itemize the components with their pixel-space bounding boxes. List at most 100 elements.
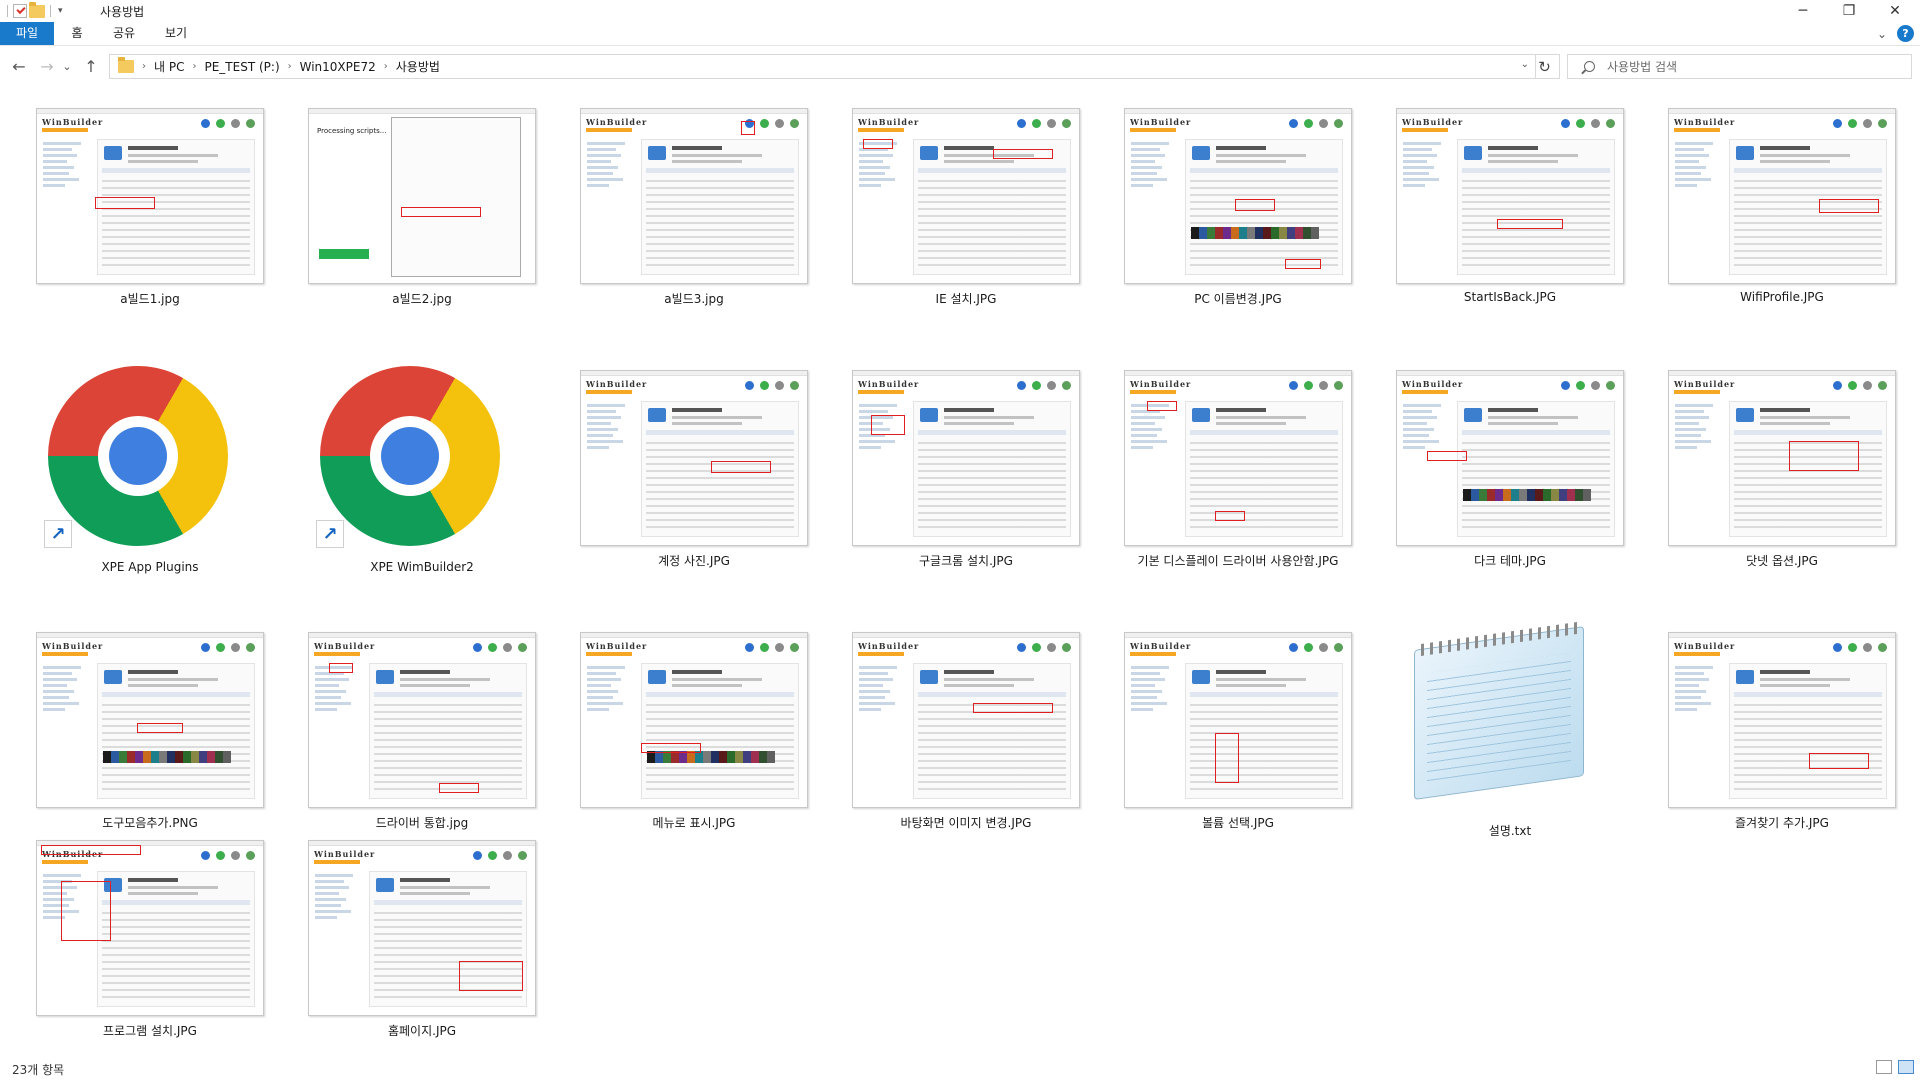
new-folder-icon[interactable] [29, 1, 45, 18]
file-item[interactable]: WinBuilder 볼륨 선택.JPG [1102, 624, 1374, 864]
address-bar[interactable]: › 내 PC › PE_TEST (P:) › Win10XPE72 › 사용방… [109, 54, 1536, 79]
file-name[interactable]: 볼륨 선택.JPG [1102, 814, 1374, 831]
file-name[interactable]: a빌드1.jpg [14, 290, 286, 307]
thumb-winbuilder-logo: WinBuilder [1674, 641, 1736, 651]
thumb-panel [97, 871, 255, 1007]
breadcrumb-folder[interactable]: Win10XPE72 [300, 60, 376, 74]
thumb-toolbar-icons [1289, 643, 1343, 652]
file-item[interactable]: WinBuilder IE 설치.JPG [830, 100, 1102, 340]
customize-qat-button[interactable]: ▾ [58, 6, 63, 16]
maximize-button[interactable]: ❐ [1826, 0, 1872, 22]
file-name[interactable]: 프로그램 설치.JPG [14, 1022, 286, 1039]
file-item[interactable]: WinBuilder 즐겨찾기 추가.JPG [1646, 624, 1918, 864]
close-button[interactable]: ✕ [1872, 0, 1918, 22]
address-dropdown-button[interactable]: ⌄ [1521, 59, 1529, 70]
tab-view[interactable]: 보기 [156, 22, 196, 45]
tab-home[interactable]: 홈 [62, 22, 92, 45]
file-name[interactable]: 계정 사진.JPG [558, 552, 830, 569]
file-name[interactable]: XPE WimBuilder2 [286, 560, 558, 574]
file-item[interactable]: WinBuilder 닷넷 옵션.JPG [1646, 362, 1918, 602]
file-item[interactable]: WinBuilder 드라이버 통합.jpg [286, 624, 558, 864]
details-view-button[interactable] [1876, 1060, 1892, 1074]
file-name[interactable]: 기본 디스플레이 드라이버 사용안함.JPG [1102, 552, 1374, 569]
thumb-toolbar-icons [1017, 381, 1071, 390]
file-item[interactable]: WinBuilder PC 이름변경.JPG [1102, 100, 1374, 340]
file-item[interactable]: WinBuilder 구글크롬 설치.JPG [830, 362, 1102, 602]
thumb-winbuilder-logo: WinBuilder [1402, 379, 1464, 389]
refresh-button[interactable]: ↻ [1530, 54, 1560, 79]
chevron-right-icon[interactable]: › [142, 61, 146, 72]
properties-icon[interactable] [13, 4, 27, 18]
file-name[interactable]: 홈페이지.JPG [286, 1022, 558, 1039]
chevron-right-icon[interactable]: › [384, 61, 388, 72]
file-name[interactable]: a빌드3.jpg [558, 290, 830, 307]
large-icons-view-button[interactable] [1898, 1060, 1914, 1074]
file-name[interactable]: WifiProfile.JPG [1646, 290, 1918, 304]
file-name[interactable]: 설명.txt [1374, 822, 1646, 839]
recent-locations-button[interactable]: ⌄ [60, 56, 74, 76]
thumb-toolbar-icons [1289, 381, 1343, 390]
file-list: WinBuilder a빌드1.jpg Processing scripts... a… [0, 86, 1920, 1056]
tab-share[interactable]: 공유 [104, 22, 144, 45]
file-item[interactable]: WinBuilder 도구모음추가.PNG [14, 624, 286, 864]
thumb-highlight-box [1819, 199, 1879, 213]
notepad-page [1414, 622, 1584, 800]
file-item[interactable]: 설명.txt [1374, 622, 1646, 864]
file-name[interactable]: PC 이름변경.JPG [1102, 290, 1374, 307]
thumb-tree [43, 663, 91, 763]
minimize-button[interactable]: ─ [1780, 0, 1826, 22]
search-placeholder[interactable]: 사용방법 검색 [1607, 58, 1677, 75]
file-item[interactable]: WinBuilder StartIsBack.JPG [1374, 100, 1646, 340]
thumb-toolbar-icons [1289, 119, 1343, 128]
file-name[interactable]: 드라이버 통합.jpg [286, 814, 558, 831]
thumb-color-palette [103, 751, 231, 763]
chevron-right-icon[interactable]: › [192, 61, 196, 72]
up-button[interactable]: ↑ [80, 56, 102, 76]
tab-file[interactable]: 파일 [0, 22, 54, 45]
file-name[interactable]: 즐겨찾기 추가.JPG [1646, 814, 1918, 831]
file-item[interactable]: WinBuilder WifiProfile.JPG [1646, 100, 1918, 340]
forward-button[interactable]: → [36, 56, 58, 76]
breadcrumb-drive[interactable]: PE_TEST (P:) [204, 60, 279, 74]
image-thumbnail: WinBuilder [580, 632, 808, 808]
file-name[interactable]: StartIsBack.JPG [1374, 290, 1646, 304]
thumb-tree [1131, 663, 1179, 763]
file-item[interactable]: WinBuilder a빌드1.jpg [14, 100, 286, 340]
file-name[interactable]: 구글크롬 설치.JPG [830, 552, 1102, 569]
thumb-orange-bar [586, 390, 632, 394]
back-button[interactable]: ← [8, 56, 30, 76]
image-thumbnail: WinBuilder [1396, 370, 1624, 546]
file-name[interactable]: 다크 테마.JPG [1374, 552, 1646, 569]
thumb-winbuilder-logo: WinBuilder [586, 641, 648, 651]
thumb-titlebar [1125, 371, 1351, 376]
chevron-right-icon[interactable]: › [288, 61, 292, 72]
file-item[interactable]: ↗ XPE WimBuilder2 [286, 362, 558, 602]
thumb-titlebar [309, 841, 535, 846]
file-item[interactable]: WinBuilder 프로그램 설치.JPG [14, 832, 286, 1038]
file-name[interactable]: 도구모음추가.PNG [14, 814, 286, 831]
help-icon[interactable]: ? [1897, 25, 1914, 42]
thumb-tree [1675, 139, 1723, 239]
search-box[interactable]: 사용방법 검색 [1567, 54, 1912, 79]
file-name[interactable]: IE 설치.JPG [830, 290, 1102, 307]
image-thumbnail: WinBuilder [1124, 370, 1352, 546]
file-item[interactable]: WinBuilder 계정 사진.JPG [558, 362, 830, 602]
thumb-titlebar [309, 109, 535, 114]
file-name[interactable]: 닷넷 옵션.JPG [1646, 552, 1918, 569]
expand-ribbon-button[interactable]: ⌄ [1877, 27, 1887, 41]
file-item[interactable]: WinBuilder a빌드3.jpg [558, 100, 830, 340]
breadcrumb-current[interactable]: 사용방법 [396, 58, 440, 75]
file-item[interactable]: ↗ XPE App Plugins [14, 362, 286, 602]
breadcrumb-this-pc[interactable]: 내 PC [154, 58, 184, 75]
thumb-toolbar-icons [201, 643, 255, 652]
file-name[interactable]: XPE App Plugins [14, 560, 286, 574]
file-item[interactable]: WinBuilder 홈페이지.JPG [286, 832, 558, 1038]
file-name[interactable]: 바탕화면 이미지 변경.JPG [830, 814, 1102, 831]
file-name[interactable]: a빌드2.jpg [286, 290, 558, 307]
file-name[interactable]: 메뉴로 표시.JPG [558, 814, 830, 831]
file-item[interactable]: Processing scripts... a빌드2.jpg [286, 100, 558, 340]
file-item[interactable]: WinBuilder 다크 테마.JPG [1374, 362, 1646, 602]
file-item[interactable]: WinBuilder 기본 디스플레이 드라이버 사용안함.JPG [1102, 362, 1374, 602]
file-item[interactable]: WinBuilder 메뉴로 표시.JPG [558, 624, 830, 864]
file-item[interactable]: WinBuilder 바탕화면 이미지 변경.JPG [830, 624, 1102, 864]
